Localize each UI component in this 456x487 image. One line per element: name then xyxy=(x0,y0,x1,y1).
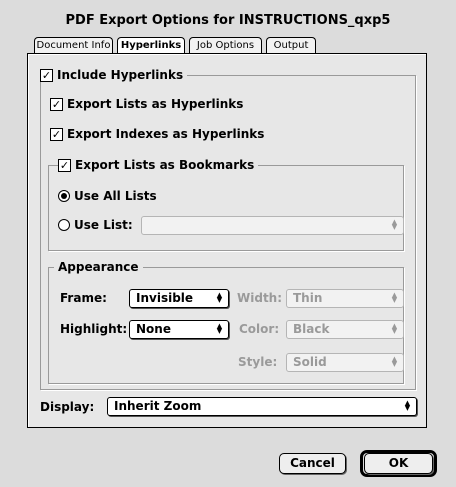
tab-job-options[interactable]: Job Options xyxy=(189,37,262,53)
popup-arrows-icon: ▲ ▼ xyxy=(216,291,223,304)
checkmark-icon: ✓ xyxy=(50,127,63,141)
ok-button[interactable]: OK xyxy=(364,453,433,474)
tab-output[interactable]: Output xyxy=(266,37,316,53)
export-indexes-hyperlinks-label: Export Indexes as Hyperlinks xyxy=(67,127,265,141)
display-label: Display: xyxy=(40,400,95,414)
width-value: Thin xyxy=(293,291,323,305)
popup-arrows-icon: ▲ ▼ xyxy=(391,291,398,304)
dialog-title: PDF Export Options for INSTRUCTIONS_qxp5 xyxy=(65,13,391,28)
appearance-title: Appearance xyxy=(54,260,143,274)
display-value: Inherit Zoom xyxy=(114,399,202,413)
radio-empty-icon xyxy=(58,219,70,231)
radio-selected-icon xyxy=(58,190,70,202)
export-lists-hyperlinks-checkbox[interactable]: ✓ Export Lists as Hyperlinks xyxy=(50,97,247,111)
export-lists-bookmarks-label: Export Lists as Bookmarks xyxy=(75,158,255,172)
style-value: Solid xyxy=(293,355,327,369)
style-label: Style: xyxy=(238,355,278,369)
popup-arrows-icon: ▲ ▼ xyxy=(216,322,223,335)
use-all-lists-radio[interactable]: Use All Lists xyxy=(58,189,161,203)
use-list-popup[interactable]: ▲ ▼ xyxy=(141,216,404,235)
use-all-lists-label: Use All Lists xyxy=(74,189,157,203)
checkmark-icon: ✓ xyxy=(40,68,53,82)
frame-label: Frame: xyxy=(60,291,107,305)
display-popup[interactable]: Inherit Zoom ▲ ▼ xyxy=(107,397,417,416)
include-hyperlinks-checkbox[interactable]: ✓ Include Hyperlinks xyxy=(40,68,188,82)
popup-arrows-icon: ▲ ▼ xyxy=(391,218,398,231)
export-lists-hyperlinks-label: Export Lists as Hyperlinks xyxy=(67,97,244,111)
hyperlinks-pane: ✓ Include Hyperlinks ✓ Export Lists as H… xyxy=(27,53,427,428)
use-list-radio[interactable]: Use List: xyxy=(58,218,137,232)
bookmarks-group xyxy=(48,165,404,251)
width-label: Width: xyxy=(237,291,283,305)
highlight-value: None xyxy=(136,322,171,336)
popup-arrows-icon: ▲ ▼ xyxy=(391,355,398,368)
checkmark-icon: ✓ xyxy=(50,97,63,111)
highlight-label: Highlight: xyxy=(60,322,128,336)
checkmark-icon: ✓ xyxy=(58,158,71,172)
style-popup[interactable]: Solid ▲ ▼ xyxy=(286,353,404,372)
export-indexes-hyperlinks-checkbox[interactable]: ✓ Export Indexes as Hyperlinks xyxy=(50,127,268,141)
tab-document-info[interactable]: Document Info xyxy=(34,37,113,53)
frame-popup[interactable]: Invisible ▲ ▼ xyxy=(129,289,229,308)
popup-arrows-icon: ▲ ▼ xyxy=(404,399,411,412)
color-value: Black xyxy=(293,322,330,336)
include-hyperlinks-label: Include Hyperlinks xyxy=(57,68,184,82)
export-lists-bookmarks-checkbox[interactable]: ✓ Export Lists as Bookmarks xyxy=(58,158,259,172)
popup-arrows-icon: ▲ ▼ xyxy=(391,322,398,335)
frame-value: Invisible xyxy=(136,291,194,305)
color-popup[interactable]: Black ▲ ▼ xyxy=(286,320,404,339)
use-list-label: Use List: xyxy=(74,218,133,232)
cancel-button[interactable]: Cancel xyxy=(279,453,346,474)
color-label: Color: xyxy=(239,322,280,336)
highlight-popup[interactable]: None ▲ ▼ xyxy=(129,320,229,339)
width-popup[interactable]: Thin ▲ ▼ xyxy=(286,289,404,308)
